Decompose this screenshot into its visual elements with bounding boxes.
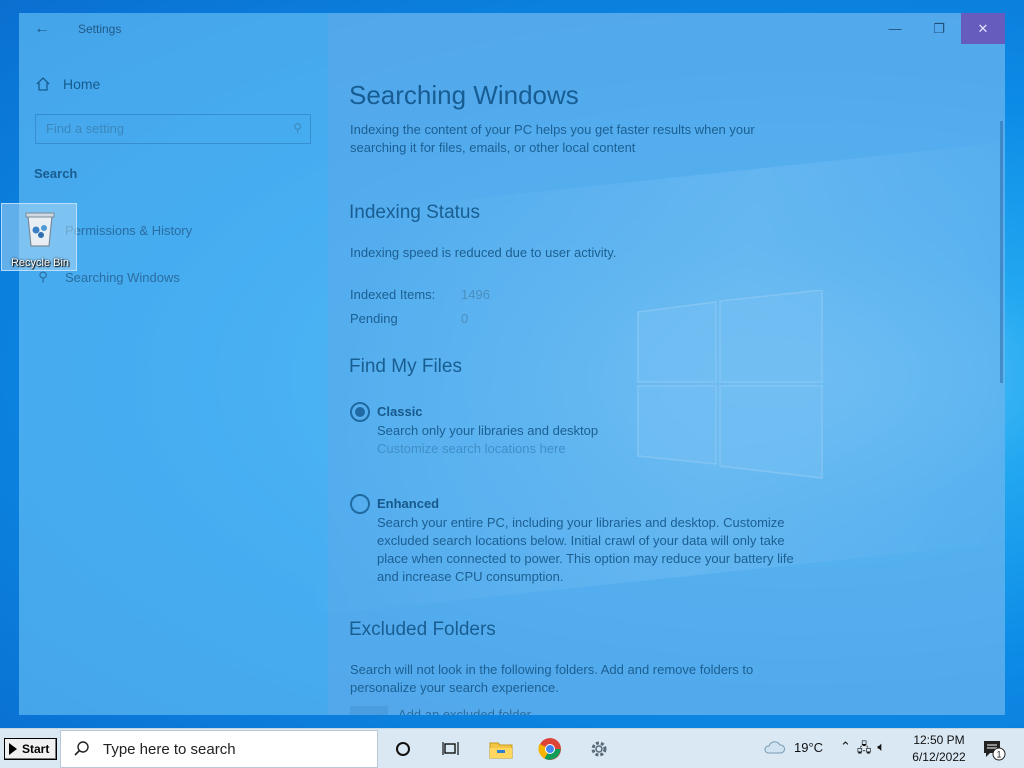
notification-count: 1 <box>996 750 1001 760</box>
minimize-button[interactable]: — <box>873 13 917 44</box>
weather-widget[interactable]: 19°C <box>762 739 823 755</box>
customize-locations-link[interactable]: Customize search locations here <box>377 441 566 456</box>
restore-button[interactable]: ❐ <box>917 13 961 44</box>
close-button[interactable]: ✕ <box>961 13 1005 44</box>
enhanced-radio[interactable] <box>350 494 370 514</box>
excluded-folders-text: Search will not look in the following fo… <box>350 662 754 695</box>
window-controls: — ❐ ✕ <box>873 13 1005 44</box>
find-setting-placeholder: Find a setting <box>46 121 125 136</box>
sidebar-item-label: Permissions & History <box>65 222 193 238</box>
start-label: Start <box>22 742 50 756</box>
clock-time: 12:50 PM <box>913 733 965 747</box>
taskbar: Start Type here to search 19°C ⌃ 🖧︎ 🔈︎ 1… <box>0 728 1024 768</box>
clock[interactable]: 12:50 PM 6/12/2022 <box>906 732 972 766</box>
sidebar-section-heading: Search <box>34 166 78 181</box>
scrollbar[interactable] <box>1000 121 1003 383</box>
enhanced-label[interactable]: Enhanced <box>377 496 439 511</box>
cloud-icon <box>764 741 785 754</box>
chrome-icon[interactable] <box>538 737 562 761</box>
network-icon[interactable]: 🖧︎ <box>857 739 872 761</box>
classic-radio[interactable] <box>350 402 370 422</box>
start-arrow-icon <box>9 743 17 755</box>
task-view-icon[interactable] <box>439 737 463 761</box>
sidebar-item-searching-windows[interactable]: ⚲ Searching Windows <box>35 269 180 285</box>
classic-description: Search only your libraries and desktop <box>377 423 599 438</box>
search-icon: ⚲ <box>293 121 302 135</box>
excluded-folders-heading: Excluded Folders <box>349 619 496 640</box>
intro-text: Indexing the content of your PC helps yo… <box>350 122 755 155</box>
indexing-status-text: Indexing speed is reduced due to user ac… <box>350 245 617 260</box>
pending-label: Pending <box>350 311 398 326</box>
volume-icon[interactable]: 🔈︎ <box>877 739 885 761</box>
enhanced-description: Search your entire PC, including your li… <box>377 515 794 584</box>
page-title: Searching Windows <box>349 80 579 110</box>
back-arrow-icon[interactable]: ← <box>31 20 53 38</box>
nav-home-label: Home <box>63 76 101 92</box>
system-tray: ⌃ 🖧︎ 🔈︎ <box>840 739 885 761</box>
recycle-bin[interactable]: Recycle Bin <box>1 203 77 271</box>
home-icon <box>36 77 50 91</box>
find-my-files-heading: Find My Files <box>349 356 462 377</box>
taskbar-search-input[interactable]: Type here to search <box>60 730 378 768</box>
notification-center-icon[interactable]: 1 <box>982 739 1006 761</box>
settings-window: ← Settings — ❐ ✕ Home Find a setting ⚲ S… <box>19 13 1005 715</box>
settings-gear-icon[interactable] <box>587 737 611 761</box>
clock-date: 6/12/2022 <box>912 750 966 764</box>
file-explorer-icon[interactable] <box>489 737 513 761</box>
window-title: Settings <box>78 22 122 36</box>
taskbar-search-placeholder: Type here to search <box>103 740 236 758</box>
nav-home[interactable]: Home <box>35 76 100 92</box>
temperature-text: 19°C <box>794 739 824 755</box>
sidebar-item-label: Searching Windows <box>65 269 180 285</box>
start-button[interactable]: Start <box>4 738 57 760</box>
find-setting-input[interactable]: Find a setting ⚲ <box>35 114 311 144</box>
recycle-bin-icon <box>25 212 55 247</box>
recycle-bin-label: Recycle Bin <box>10 257 70 269</box>
add-folder-plus-icon[interactable] <box>350 706 388 715</box>
search-icon <box>74 741 89 756</box>
classic-label[interactable]: Classic <box>377 404 423 419</box>
indexed-items-label: Indexed Items: <box>350 287 436 302</box>
chevron-up-icon[interactable]: ⌃ <box>840 739 851 761</box>
indexing-status-heading: Indexing Status <box>349 202 480 223</box>
indexed-items-value: 1496 <box>461 287 490 302</box>
pending-value: 0 <box>461 311 469 326</box>
add-excluded-folder-button[interactable]: Add an excluded folder <box>398 707 531 715</box>
search-icon: ⚲ <box>38 269 48 284</box>
cortana-icon[interactable] <box>391 737 415 761</box>
